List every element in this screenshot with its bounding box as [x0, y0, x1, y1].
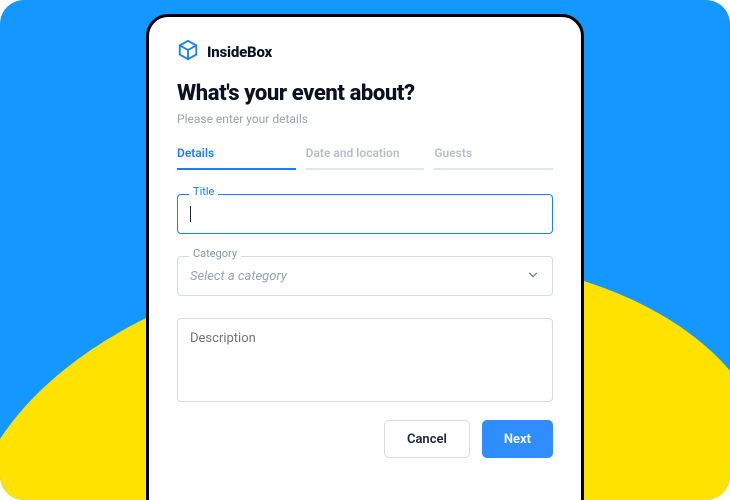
- category-placeholder: Select a category: [190, 269, 287, 284]
- next-button[interactable]: Next: [482, 420, 553, 458]
- brand-logo-icon: [177, 39, 199, 65]
- chevron-down-icon: [526, 267, 540, 286]
- category-select[interactable]: Select a category: [177, 256, 553, 296]
- form-actions: Cancel Next: [177, 420, 553, 458]
- brand-name: InsideBox: [207, 43, 272, 61]
- tab-details[interactable]: Details: [177, 146, 296, 170]
- page-title: What's your event about?: [177, 81, 553, 106]
- text-cursor: [190, 206, 191, 222]
- category-label: Category: [189, 248, 241, 259]
- wizard-tabs: Details Date and location Guests: [177, 146, 553, 170]
- viewport: InsideBox What's your event about? Pleas…: [0, 0, 730, 500]
- page-subtitle: Please enter your details: [177, 112, 553, 126]
- field-description: [177, 318, 553, 406]
- tab-guests[interactable]: Guests: [434, 146, 553, 170]
- brand: InsideBox: [177, 39, 553, 65]
- cancel-button[interactable]: Cancel: [384, 420, 470, 458]
- title-label: Title: [189, 186, 218, 197]
- device-frame: InsideBox What's your event about? Pleas…: [146, 14, 584, 500]
- tab-date-location[interactable]: Date and location: [306, 146, 425, 170]
- field-title: Title: [177, 194, 553, 234]
- field-category: Category Select a category: [177, 256, 553, 296]
- title-input[interactable]: [177, 194, 553, 234]
- description-textarea[interactable]: [177, 318, 553, 402]
